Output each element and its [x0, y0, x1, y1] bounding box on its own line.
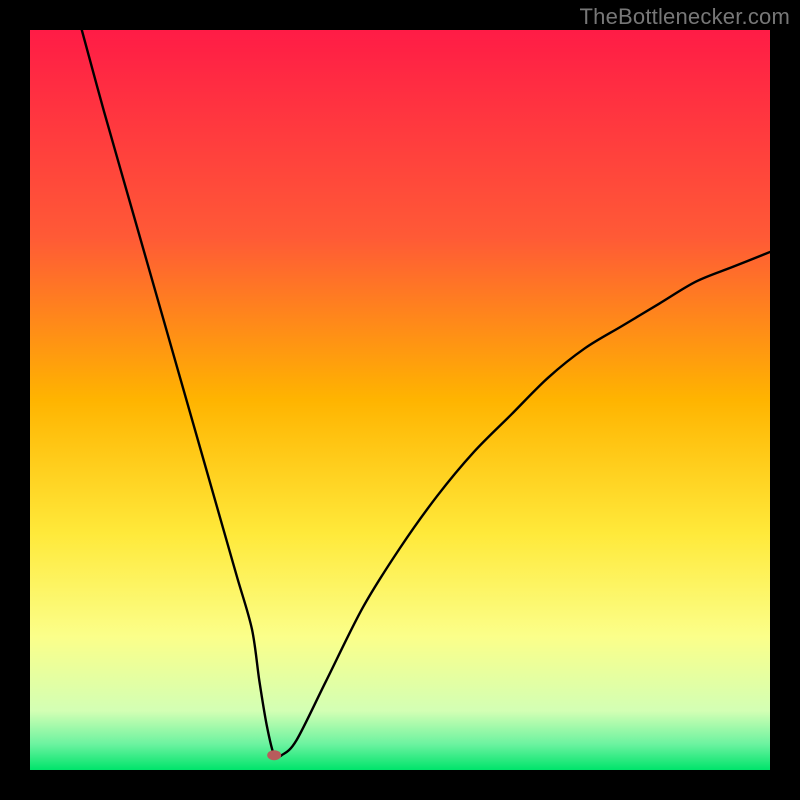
chart-frame [30, 30, 770, 770]
bottleneck-chart [30, 30, 770, 770]
optimum-marker [267, 750, 281, 760]
watermark-text: TheBottlenecker.com [580, 4, 790, 30]
chart-background [30, 30, 770, 770]
